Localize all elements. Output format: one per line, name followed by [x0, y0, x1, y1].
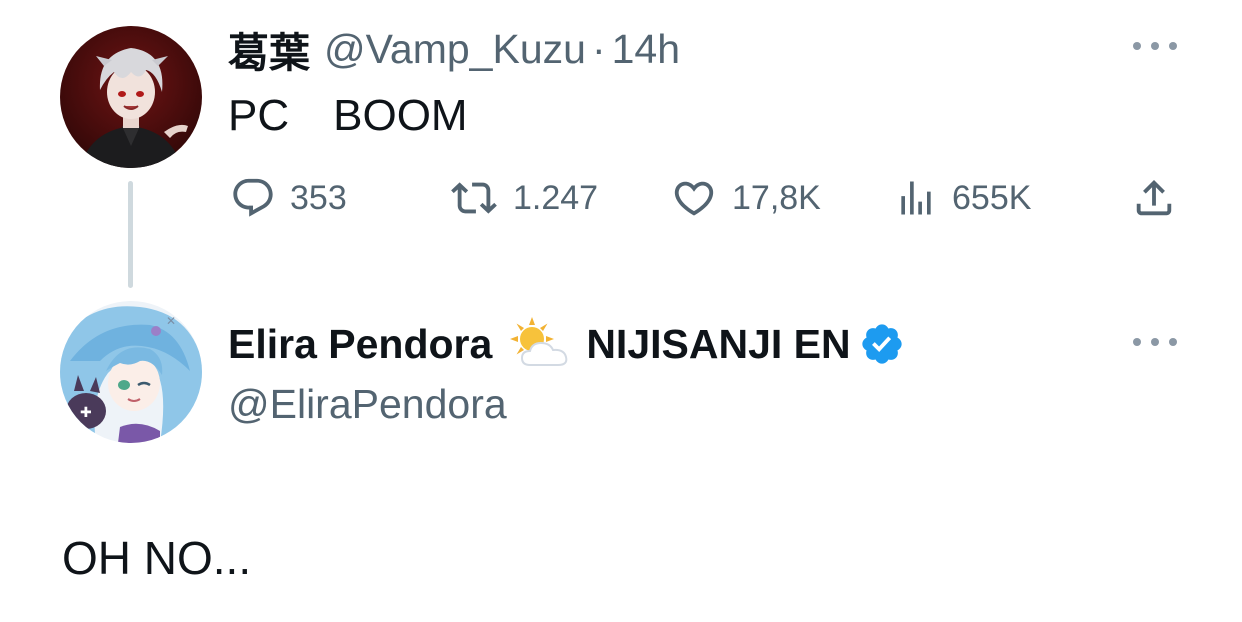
tweet1-separator: ·: [591, 25, 606, 72]
tweet2-display-name-part2[interactable]: NIJISANJI EN: [586, 321, 850, 368]
tweet2-name-row: Elira Pendora NIJISANJI EN: [228, 316, 905, 372]
avatar-kuzuha[interactable]: [60, 26, 202, 168]
reply-icon: [233, 178, 273, 217]
like-button[interactable]: 17,8K: [670, 174, 821, 222]
reply-count: 353: [290, 178, 347, 217]
avatar-elira[interactable]: ✚ ✕: [60, 301, 202, 443]
tweet1-text: PC BOOM: [228, 91, 468, 140]
tweet1-display-name[interactable]: 葛葉: [228, 19, 310, 79]
views-button[interactable]: 655K: [894, 174, 1031, 222]
like-count: 17,8K: [732, 178, 821, 217]
views-chart-icon: [901, 181, 931, 215]
tweet1-handle[interactable]: @Vamp_Kuzu: [324, 26, 586, 73]
sun-behind-cloud-icon: [510, 317, 568, 366]
tweet2-more-icon[interactable]: [1133, 335, 1177, 349]
thread-line: [128, 181, 133, 288]
retweet-icon: [451, 182, 497, 214]
tweet1-time[interactable]: 14h: [612, 26, 680, 73]
share-button[interactable]: [1131, 174, 1177, 222]
tweet1-more-icon[interactable]: [1133, 39, 1177, 53]
reply-button[interactable]: 353: [230, 174, 347, 222]
tweet2-text: OH NO...: [62, 532, 252, 584]
svg-text:✚: ✚: [80, 405, 92, 421]
retweet-count: 1.247: [513, 178, 599, 217]
tweet2-display-name-part1[interactable]: Elira Pendora: [228, 321, 492, 368]
verified-badge-icon: [861, 324, 902, 364]
tweet1-header: 葛葉 @Vamp_Kuzu · 14h: [228, 19, 680, 79]
tweet2-handle[interactable]: @EliraPendora: [228, 378, 507, 430]
view-count: 655K: [952, 178, 1032, 217]
retweet-button[interactable]: 1.247: [449, 174, 598, 222]
share-icon: [1136, 179, 1172, 216]
svg-text:✕: ✕: [166, 314, 176, 328]
heart-icon: [674, 181, 714, 216]
